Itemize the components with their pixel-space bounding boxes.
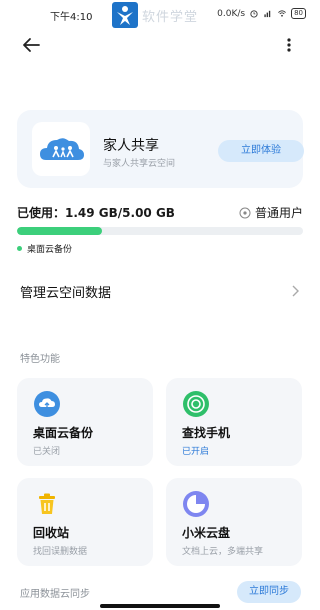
- status-time: 下午4:10: [50, 12, 93, 23]
- feature-title: 查找手机: [182, 426, 231, 440]
- status-bar: 下午4:10 软件学堂 0.0K/s 80: [0, 0, 320, 30]
- alarm-icon: [250, 10, 258, 18]
- feature-status: 找回误删数据: [33, 547, 88, 557]
- feature-tile-desktop-backup[interactable]: 桌面云备份 已关闭: [17, 378, 153, 466]
- feature-status: 文档上云，多端共享: [182, 547, 264, 557]
- try-now-button[interactable]: 立即体验: [218, 140, 304, 162]
- feature-tile-mi-cloud-drive[interactable]: 小米云盘 文档上云，多端共享: [166, 478, 302, 566]
- feature-status: 已开启: [182, 447, 210, 457]
- chevron-right-icon: [292, 285, 299, 297]
- features-section-title: 特色功能: [20, 354, 60, 365]
- status-indicators: 0.0K/s 80: [217, 8, 306, 19]
- top-bar: [0, 30, 320, 60]
- user-circle-icon: [239, 207, 251, 218]
- storage-progress-fill: [17, 227, 103, 235]
- feature-title: 回收站: [33, 526, 70, 540]
- home-indicator[interactable]: [100, 604, 220, 608]
- user-type-label: 普通用户: [254, 206, 303, 220]
- family-sharing-card[interactable]: 家人共享 与家人共享云空间 立即体验: [17, 110, 304, 188]
- find-phone-icon: [183, 391, 209, 417]
- user-type: 普通用户: [239, 204, 303, 221]
- network-speed: 0.0K/s: [217, 8, 246, 19]
- signal-icon: [264, 10, 271, 18]
- manage-cloud-data-label: 管理云空间数据: [20, 286, 112, 301]
- watermark-logo: [112, 2, 138, 28]
- wifi-icon: [278, 10, 286, 17]
- family-subtitle: 与家人共享云空间: [103, 159, 176, 169]
- feature-tile-recycle-bin[interactable]: 回收站 找回误删数据: [17, 478, 153, 566]
- back-arrow-icon[interactable]: [20, 34, 42, 56]
- battery-indicator: 80: [291, 8, 306, 19]
- feature-tile-find-phone[interactable]: 查找手机 已开启: [166, 378, 302, 466]
- legend-label: 桌面云备份: [27, 245, 73, 255]
- manage-cloud-data-row[interactable]: 管理云空间数据: [0, 272, 320, 310]
- app-data-sync-label: 应用数据云同步: [20, 589, 90, 600]
- legend-dot: [17, 246, 22, 251]
- cloud-upload-icon: [34, 391, 60, 417]
- storage-usage-row: 已使用：1.49 GB/5.00 GB 普通用户: [17, 202, 303, 222]
- sync-now-button[interactable]: 立即同步: [237, 581, 301, 603]
- storage-legend: 桌面云备份: [17, 242, 72, 255]
- family-cloud-icon: [32, 122, 90, 176]
- section-divider: [0, 318, 320, 326]
- feature-status: 已关闭: [33, 447, 61, 457]
- more-options-icon[interactable]: [284, 34, 294, 56]
- storage-used-label: 已使用：1.49 GB/5.00 GB: [17, 206, 175, 220]
- watermark-text: 软件学堂: [142, 10, 199, 25]
- family-title: 家人共享: [103, 138, 159, 154]
- trash-icon: [39, 493, 55, 514]
- feature-title: 小米云盘: [182, 526, 231, 540]
- feature-title: 桌面云备份: [33, 426, 94, 440]
- pie-disk-icon: [183, 491, 209, 517]
- watermark: 软件学堂: [112, 2, 204, 28]
- storage-progress-bar: [17, 227, 303, 235]
